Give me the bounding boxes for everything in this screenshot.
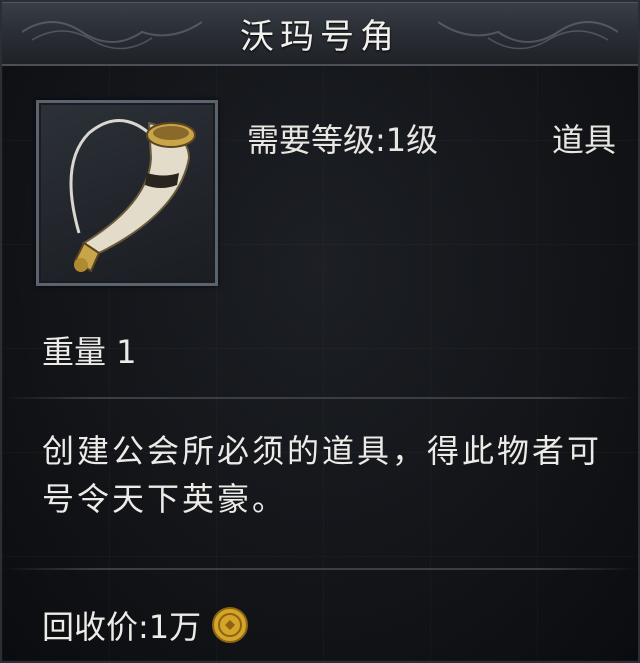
item-name: 沃玛号角 (240, 16, 400, 57)
divider (2, 568, 638, 570)
ornament-right-icon (438, 21, 618, 50)
level-requirement: 需要等级:1级 (247, 121, 439, 159)
item-icon-slot[interactable] (36, 100, 218, 286)
ornament-left-icon (22, 21, 202, 50)
item-weight: 重量 1 (42, 333, 137, 371)
title-bar: 沃玛号角 (2, 2, 638, 66)
recycle-price-row: 回收价:1万 (42, 602, 249, 648)
item-type: 道具 (551, 121, 616, 159)
item-description: 创建公会所必须的道具，得此物者可号令天下英豪。 (42, 432, 603, 518)
item-tooltip: 沃玛号角 需要等级:1级 道具 重量 1 创建公会所必须的道具，得此物者可号令天… (0, 0, 640, 663)
horn-icon (69, 119, 196, 273)
recycle-price: 回收价:1万 (42, 608, 202, 646)
divider (2, 397, 638, 399)
gold-coin-icon (212, 607, 249, 643)
